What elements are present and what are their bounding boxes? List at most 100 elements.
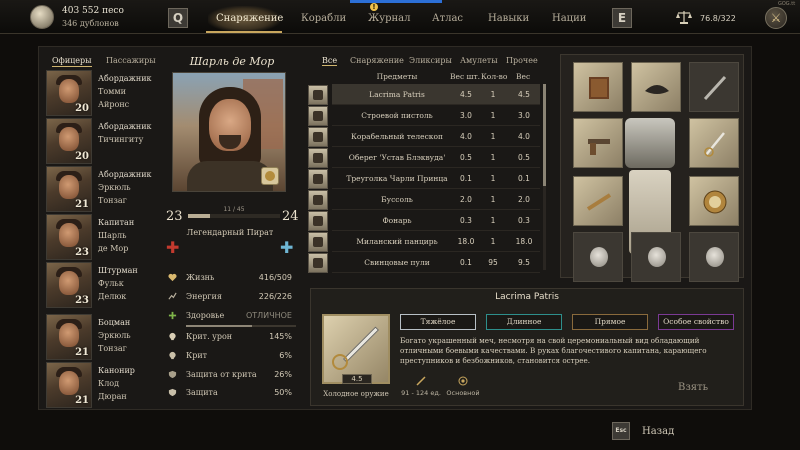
scales-icon [676,11,692,24]
red-cross-icon[interactable]: ✚ [166,240,179,256]
slot-compass[interactable] [689,176,739,226]
item-row[interactable]: Строевой пистоль 3.0 1 3.0 [308,105,540,127]
stat-row-crit: Крит 6% [166,350,296,362]
slot-hat[interactable] [631,62,681,112]
e-key-button[interactable]: E [612,8,632,28]
top-bar: ! 403 552 песо 346 дублонов Q Снаряжение… [0,0,800,34]
slot-amulet-3[interactable] [689,232,739,282]
alert-icon[interactable]: ! [370,3,378,11]
item-name: Корабельный телескоп [351,132,443,141]
take-button[interactable]: Взять [678,382,708,393]
stat-row-defense: Защита 50% [166,387,296,399]
damage-stat: 91 - 124 ед. [398,376,444,397]
tab-equipment[interactable]: Снаряжение [216,13,283,24]
item-thumbnail-icon [308,127,328,147]
officer-card[interactable]: 21 Боцман Эркюль Тонзаг [46,314,158,360]
item-total-weight: 18.0 [515,237,533,246]
xp-bar [188,214,280,218]
officer-card[interactable]: 20 Абордажник Тичингиту [46,118,158,164]
property-special[interactable]: Особое свойство [658,314,734,330]
item-qty: 1 [490,237,496,246]
property-long: Длинное [486,314,562,330]
slot-pistol[interactable] [573,118,623,168]
tab-ships[interactable]: Корабли [301,13,346,24]
item-name: Буссоль [381,195,413,204]
item-unit-weight: 3.0 [460,111,472,120]
item-row[interactable]: Lacrima Patris 4.5 1 4.5 [308,84,540,106]
back-button[interactable]: Назад [642,426,674,437]
perk-badge-icon[interactable] [261,167,279,185]
col-header-unit-weight: Вес шт. [450,72,481,81]
item-row[interactable]: Треуголка Чарли Принца 0.1 1 0.1 [308,168,540,190]
item-unit-weight: 0.5 [460,153,472,162]
slot-telescope[interactable] [573,176,623,226]
item-thumbnail-icon [308,253,328,273]
item-total-weight: 3.0 [518,111,530,120]
item-row[interactable]: Фонарь 0.3 1 0.3 [308,210,540,232]
tricorn-hat-icon [645,85,669,94]
health-bar [186,325,296,327]
filter-amulets[interactable]: Амулеты [460,56,498,65]
officer-card[interactable]: 21 Абордажник Эркюль Тонзаг [46,166,158,212]
compass-icon [703,190,727,214]
health-cross-icon [168,311,177,320]
money-amount: 403 552 песо [62,6,124,16]
blade-icon [416,376,426,386]
item-unit-weight: 2.0 [460,195,472,204]
item-row[interactable]: Буссоль 2.0 1 2.0 [308,189,540,211]
weight-readout: 76.8/322 [700,14,736,23]
officer-card[interactable]: 23 Штурман Фульк Делюк [46,262,158,308]
attack-type-stat: Основной [440,376,486,397]
tab-journal[interactable]: Журнал [368,13,411,24]
col-header-items: Предметы [376,72,418,81]
filter-other[interactable]: Прочее [506,56,538,65]
esc-key-icon[interactable]: Esc [612,422,630,440]
slot-spyglass[interactable] [689,62,739,112]
filter-equipment[interactable]: Снаряжение [350,56,404,65]
item-description: Богато украшенный меч, несмотря на свой … [400,336,707,365]
item-total-weight: 4.0 [518,132,530,141]
item-qty: 1 [490,90,496,99]
officer-role: Штурман [98,266,138,275]
stat-row-energy: Энергия 226/226 [166,291,296,303]
stat-row-crit-defense: Защита от крита 26% [166,369,296,381]
quest-key-button[interactable]: Q [168,8,188,28]
items-scrollbar[interactable] [543,84,546,270]
slot-book[interactable] [573,62,623,112]
item-row[interactable]: Свинцовые пули 0.1 95 9.5 [308,252,540,274]
tab-passengers[interactable]: Пассажиры [106,56,156,65]
character-rank: Легендарный Пират [186,228,274,237]
item-thumbnail-icon [308,148,328,168]
energy-icon [168,292,177,300]
sword-icon [704,132,725,157]
sword-icon [342,326,380,363]
filter-all[interactable]: Все [322,56,338,66]
item-row[interactable]: Миланский панцирь 18.0 1 18.0 [308,231,540,253]
tab-officers[interactable]: Офицеры [52,56,92,67]
xp-readout: 11 / 45 [223,206,245,213]
sword-menu-icon[interactable]: ⚔ [765,7,787,29]
officer-card-selected[interactable]: 23 Капитан Шарль де Мор [46,214,158,260]
scrollbar-thumb[interactable] [543,84,546,186]
slot-sword[interactable] [689,118,739,168]
tab-atlas[interactable]: Атлас [432,13,463,24]
tab-nations[interactable]: Нации [552,13,586,24]
item-qty: 1 [490,153,496,162]
blue-cross-icon[interactable]: ✚ [280,240,293,256]
property-heavy: Тяжёлое [400,314,476,330]
col-header-qty: Кол-во [481,72,508,81]
slot-amulet-1[interactable] [573,232,623,282]
officer-portrait: 21 [46,166,92,212]
officer-card[interactable]: 20 Абордажник Томми Айронс [46,70,158,116]
cuirass-icon [625,118,675,168]
tab-skills[interactable]: Навыки [488,13,529,24]
officer-portrait: 20 [46,118,92,164]
filter-elixirs[interactable]: Эликсиры [409,56,452,65]
slot-amulet-2[interactable] [631,232,681,282]
officer-surname: Айронс [98,100,130,109]
officer-portrait: 23 [46,214,92,260]
item-row[interactable]: Оберег 'Устав Блэквуда' 0.5 1 0.5 [308,147,540,169]
item-row[interactable]: Корабельный телескоп 4.0 1 4.0 [308,126,540,148]
item-name: Строевой пистоль [361,111,433,120]
officer-card[interactable]: 21 Канонир Клод Дюран [46,362,158,408]
